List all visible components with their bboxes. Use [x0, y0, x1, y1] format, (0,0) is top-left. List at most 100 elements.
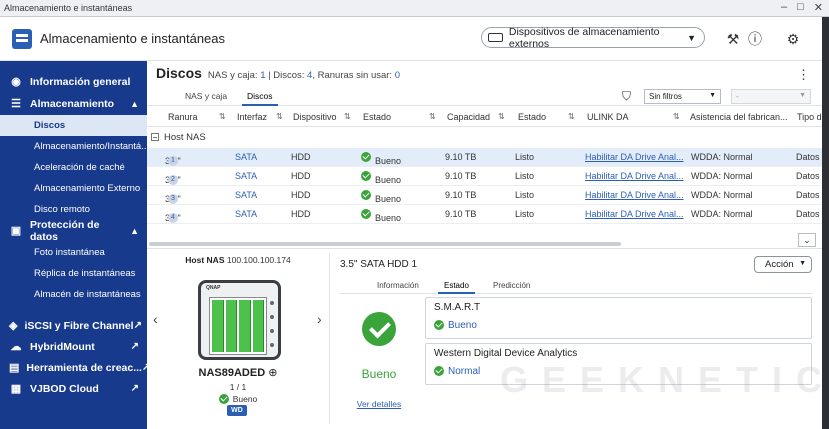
- stat-label: NAS y caja:: [207, 70, 258, 81]
- sidebar-item-snapshot-replica[interactable]: Réplica de instantáneas: [0, 263, 147, 284]
- tab-prediction[interactable]: Predicción: [493, 281, 530, 290]
- card-status[interactable]: Bueno: [434, 320, 477, 331]
- chevron-down-icon: ▼: [799, 92, 806, 99]
- sidebar-group-protection[interactable]: ▣ Protección de datos ▲: [0, 219, 147, 243]
- card-status[interactable]: Normal: [434, 366, 480, 377]
- nas-enclosure-image[interactable]: QNAP: [198, 280, 281, 360]
- col-interface[interactable]: Interfaz: [237, 112, 267, 122]
- status-text: Bueno: [375, 194, 402, 204]
- col-type[interactable]: Tipo d: [797, 112, 822, 122]
- col-capacity[interactable]: Capacidad: [447, 112, 490, 122]
- external-storage-button[interactable]: Dispositivos de almacenamiento externos …: [481, 25, 705, 50]
- slot-number: 2: [168, 175, 178, 185]
- more-options-icon[interactable]: ⋮: [797, 67, 810, 83]
- host-ip: 100.100.100.174: [226, 255, 291, 265]
- drive-bay[interactable]: [212, 300, 224, 352]
- sidebar-link-iscsi[interactable]: ◈ iSCSI y Fibre Channel ↗: [0, 315, 147, 336]
- tab-disks[interactable]: Discos: [242, 91, 277, 106]
- sort-icon[interactable]: ⇅: [429, 112, 436, 121]
- table-group-row[interactable]: Host NAS: [147, 128, 822, 147]
- ulink-enable-link[interactable]: Habilitar DA Drive Anal...: [585, 209, 684, 219]
- chevron-down-icon: ▼: [687, 32, 696, 43]
- horizontal-scrollbar[interactable]: [149, 242, 621, 246]
- external-storage-label: Dispositivos de almacenamiento externos: [508, 25, 660, 50]
- sidebar-group-label: Información general: [30, 76, 131, 88]
- wd-badge: WD: [227, 405, 247, 416]
- expand-panel-button[interactable]: ⌄: [798, 233, 816, 247]
- sort-icon[interactable]: ⇅: [219, 112, 226, 121]
- storage-icon: ☰: [11, 98, 21, 110]
- sidebar-link-hybridmount[interactable]: ☁ HybridMount ↗: [0, 336, 147, 357]
- ok-icon: [434, 320, 444, 330]
- minimize-button[interactable]: –: [781, 1, 787, 14]
- big-ok-icon: [362, 312, 396, 346]
- table-row[interactable]: 3.5"4 SATA HDD Bueno 9.10 TB Listo Habil…: [147, 205, 822, 224]
- cell-device: HDD: [291, 190, 311, 200]
- sidebar-item-remote-disk[interactable]: Disco remoto: [0, 199, 147, 220]
- action-button[interactable]: Acción ▼: [754, 256, 812, 273]
- cell-status: Bueno: [361, 171, 401, 185]
- disk-title: 3.5" SATA HDD 1: [340, 259, 418, 270]
- filter-icon[interactable]: ⛉: [622, 89, 631, 104]
- sort-icon[interactable]: ⇅: [344, 112, 351, 121]
- drive-bay[interactable]: [252, 300, 264, 352]
- chevron-left-icon[interactable]: ‹: [153, 311, 158, 327]
- slot-number: 1: [168, 156, 178, 166]
- ulink-enable-link[interactable]: Habilitar DA Drive Anal...: [585, 152, 684, 162]
- sidebar-item-storage-snapshots[interactable]: Almacenamiento/Instantá...: [0, 136, 147, 157]
- sort-icon[interactable]: ⇅: [673, 112, 680, 121]
- sort-icon[interactable]: ⇅: [276, 112, 283, 121]
- sidebar-item-snapshot[interactable]: Foto instantánea: [0, 242, 147, 263]
- drive-bay[interactable]: [239, 300, 251, 352]
- ok-icon: [434, 366, 444, 376]
- maximize-button[interactable]: □: [797, 1, 804, 14]
- drive-bays: [209, 297, 267, 355]
- drive-bay[interactable]: [225, 300, 237, 352]
- tab-information[interactable]: Información: [377, 281, 419, 290]
- diagnostics-icon[interactable]: ⚒: [724, 30, 742, 48]
- chevron-down-icon: ▼: [799, 260, 806, 267]
- table-row[interactable]: 3.5"3 SATA HDD Bueno 9.10 TB Listo Habil…: [147, 186, 822, 205]
- cell-type: Datos: [796, 152, 820, 162]
- help-icon[interactable]: ⓘ: [746, 30, 764, 48]
- cell-assistance: WDDA: Normal: [691, 171, 753, 181]
- tab-nas-enclosure[interactable]: NAS y caja: [185, 91, 227, 101]
- sort-icon[interactable]: ⇅: [498, 112, 505, 121]
- hybridmount-icon: ☁: [10, 341, 22, 353]
- sidebar-item-disks[interactable]: Discos: [0, 115, 147, 136]
- stat-label: Discos:: [273, 70, 305, 81]
- table-row[interactable]: 3.5"1 SATA HDD Bueno 9.10 TB Listo Habil…: [147, 148, 822, 167]
- sort-icon[interactable]: ⇅: [568, 112, 575, 121]
- sidebar-link-vjbod[interactable]: ▦ VJBOD Cloud ↗: [0, 378, 147, 399]
- ok-icon: [361, 171, 371, 181]
- ulink-enable-link[interactable]: Habilitar DA Drive Anal...: [585, 190, 684, 200]
- sidebar-link-creation-tool[interactable]: ▤ Herramienta de creac... ↗: [0, 357, 150, 378]
- col-device[interactable]: Dispositivo: [293, 112, 337, 122]
- gear-icon[interactable]: ⚙: [784, 30, 802, 48]
- col-status[interactable]: Estado: [363, 112, 391, 122]
- close-button[interactable]: ✕: [814, 1, 823, 14]
- view-details-link[interactable]: Ver detalles: [340, 399, 418, 409]
- zoom-icon[interactable]: ⊕: [268, 367, 277, 379]
- sidebar-item-snapshot-vault[interactable]: Almacén de instantáneas: [0, 284, 147, 305]
- col-state[interactable]: Estado: [518, 112, 546, 122]
- col-slot[interactable]: Ranura: [168, 112, 198, 122]
- sidebar-item-external-storage[interactable]: Almacenamiento Externo: [0, 178, 147, 199]
- col-assistance[interactable]: Asistencia del fabrican...: [690, 112, 788, 122]
- nas-status: Bueno: [147, 394, 329, 404]
- filter-select[interactable]: Sin filtros ▼: [644, 89, 721, 104]
- ulink-enable-link[interactable]: Habilitar DA Drive Anal...: [585, 171, 684, 181]
- chevron-right-icon[interactable]: ›: [317, 311, 322, 327]
- chevron-up-icon: ▲: [130, 226, 139, 236]
- sidebar-group-overview[interactable]: ◉ Información general: [0, 71, 147, 93]
- dashboard-icon: ◉: [11, 76, 21, 88]
- slot-number: 3: [168, 194, 178, 204]
- sidebar-group-storage[interactable]: ☰ Almacenamiento ▲: [0, 93, 147, 115]
- collapse-icon[interactable]: [151, 133, 159, 141]
- table-row[interactable]: 3.5"2 SATA HDD Bueno 9.10 TB Listo Habil…: [147, 167, 822, 186]
- col-ulink[interactable]: ULINK DA: [587, 112, 629, 122]
- sidebar-group-label: Protección de datos: [29, 219, 100, 243]
- chevron-up-icon: ▲: [130, 99, 139, 109]
- sidebar-item-cache[interactable]: Aceleración de caché: [0, 157, 147, 178]
- tab-status[interactable]: Estado: [438, 281, 475, 294]
